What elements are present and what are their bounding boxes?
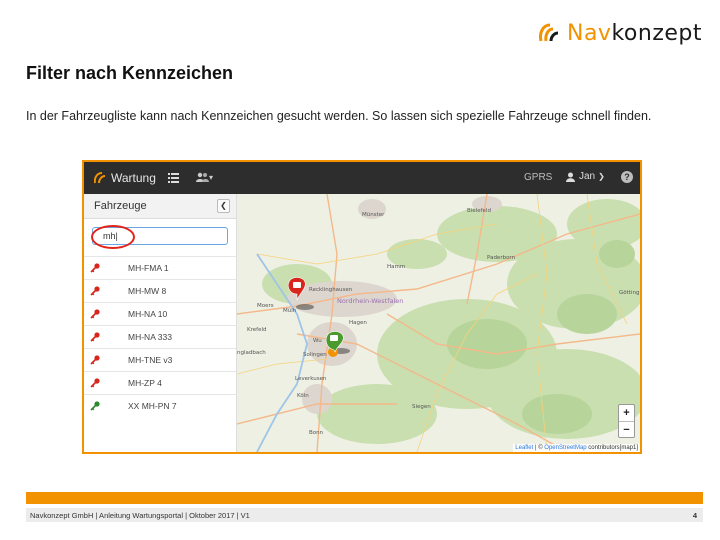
vehicle-plate: MH-TNE v3 xyxy=(128,355,173,365)
label-recklinghausen: Recklinghausen xyxy=(309,287,353,293)
label-hamm: Hamm xyxy=(387,264,405,270)
zoom-out-button[interactable]: − xyxy=(619,422,634,438)
key-icon xyxy=(90,378,100,388)
leaflet-link[interactable]: Leaflet xyxy=(515,445,533,451)
list-menu-icon[interactable] xyxy=(168,173,179,183)
vehicle-row[interactable]: MH-MW 8 xyxy=(84,279,236,302)
logo-word-nav: Nav xyxy=(566,20,612,46)
help-icon[interactable]: ? xyxy=(621,171,633,183)
users-icon xyxy=(196,172,209,182)
vehicle-row[interactable]: MH-NA 333 xyxy=(84,325,236,348)
attribution-separator: | © xyxy=(533,445,545,451)
vehicle-plate: MH-ZP 4 xyxy=(128,378,162,388)
page-number: 4 xyxy=(692,511,697,520)
label-hagen: Hagen xyxy=(349,320,367,326)
vehicle-plate: MH-FMA 1 xyxy=(128,263,169,273)
page-title: Filter nach Kennzeichen xyxy=(26,63,234,83)
label-bonn: Bonn xyxy=(309,430,324,436)
logo-word-konzept: konzept xyxy=(611,20,702,46)
key-icon xyxy=(90,355,100,365)
logo-mark-icon xyxy=(539,23,559,42)
key-icon xyxy=(90,286,100,296)
vehicle-row[interactable]: XX MH-PN 7 xyxy=(84,394,236,417)
map-attribution: Leaflet | © OpenStreetMap contributors[m… xyxy=(513,444,640,452)
user-name: Jan xyxy=(579,171,596,182)
panel-title: Fahrzeuge xyxy=(94,200,147,212)
label-krefeld: Krefeld xyxy=(247,327,266,333)
highlight-circle xyxy=(91,225,135,249)
attribution-rest: contributors[map1] xyxy=(586,445,638,451)
label-koeln: Köln xyxy=(297,393,309,399)
vehicle-row[interactable]: MH-TNE v3 xyxy=(84,348,236,371)
app-screenshot: Wartung ▾ GPRS Jan ❯ ? Fahrzeuge ❮ mh| M… xyxy=(82,160,642,454)
brand-label: Wartung xyxy=(111,171,156,185)
label-wu: Wu xyxy=(313,338,322,344)
footer-accent-bar xyxy=(26,492,703,504)
navkonzept-logo: Nav konzept xyxy=(537,18,702,48)
vehicle-plate: MH-MW 8 xyxy=(128,286,167,296)
osm-link[interactable]: OpenStreetMap xyxy=(544,445,586,451)
vehicle-plate: MH-NA 10 xyxy=(128,309,168,319)
chevron-down-icon: ❯ xyxy=(598,172,605,181)
map-canvas: Bielefeld Münster Paderborn Hamm Recklin… xyxy=(237,194,640,452)
zoom-in-button[interactable]: + xyxy=(619,405,634,422)
label-nrw: Nordrhein-Westfalen xyxy=(337,297,403,305)
panel-header: Fahrzeuge ❮ xyxy=(84,194,236,219)
label-bielefeld: Bielefeld xyxy=(467,208,491,214)
gprs-link[interactable]: GPRS xyxy=(524,172,552,183)
label-muelheim: Mülh xyxy=(283,308,297,314)
caret-down-icon: ▾ xyxy=(209,172,214,182)
vehicle-row[interactable]: MH-ZP 4 xyxy=(84,371,236,394)
vehicle-plate: XX MH-PN 7 xyxy=(128,401,177,411)
vehicle-row[interactable]: MH-FMA 1 xyxy=(84,256,236,279)
vehicle-panel: Fahrzeuge ❮ mh| MH-FMA 1 MH-MW 8 MH-NA 10 M… xyxy=(84,194,237,452)
zoom-control: + − xyxy=(618,404,635,438)
key-icon xyxy=(90,401,100,411)
label-paderborn: Paderborn xyxy=(487,255,516,261)
users-dropdown[interactable]: ▾ xyxy=(196,172,213,182)
key-icon xyxy=(90,309,100,319)
vehicle-row[interactable]: MH-NA 10 xyxy=(84,302,236,325)
user-menu[interactable]: Jan ❯ xyxy=(566,171,605,182)
label-gladbach: ngladbach xyxy=(237,350,266,356)
vehicle-list: MH-FMA 1 MH-MW 8 MH-NA 10 MH-NA 333 MH-TNE v… xyxy=(84,256,236,417)
label-goettingen: Götting xyxy=(619,290,639,296)
key-icon xyxy=(90,332,100,342)
label-siegen: Siegen xyxy=(412,404,431,410)
vehicle-plate: MH-NA 333 xyxy=(128,332,172,342)
key-icon xyxy=(90,263,100,273)
map-view[interactable]: Bielefeld Münster Paderborn Hamm Recklin… xyxy=(237,194,640,452)
app-navbar: Wartung ▾ GPRS Jan ❯ ? xyxy=(84,162,640,194)
label-leverkusen: Leverkusen xyxy=(295,376,327,382)
collapse-panel-button[interactable]: ❮ xyxy=(217,199,230,213)
label-muenster: Münster xyxy=(362,212,385,218)
label-moers: Moers xyxy=(257,303,274,309)
brand-link[interactable]: Wartung xyxy=(94,171,156,185)
user-icon xyxy=(566,172,575,182)
intro-text: In der Fahrzeugliste kann nach Kennzeich… xyxy=(26,109,652,123)
footer-text: Navkonzept GmbH | Anleitung Wartungsport… xyxy=(30,511,250,520)
brand-icon xyxy=(94,172,106,184)
label-solingen: Solingen xyxy=(303,352,327,358)
page-footer: Navkonzept GmbH | Anleitung Wartungsport… xyxy=(26,508,703,522)
